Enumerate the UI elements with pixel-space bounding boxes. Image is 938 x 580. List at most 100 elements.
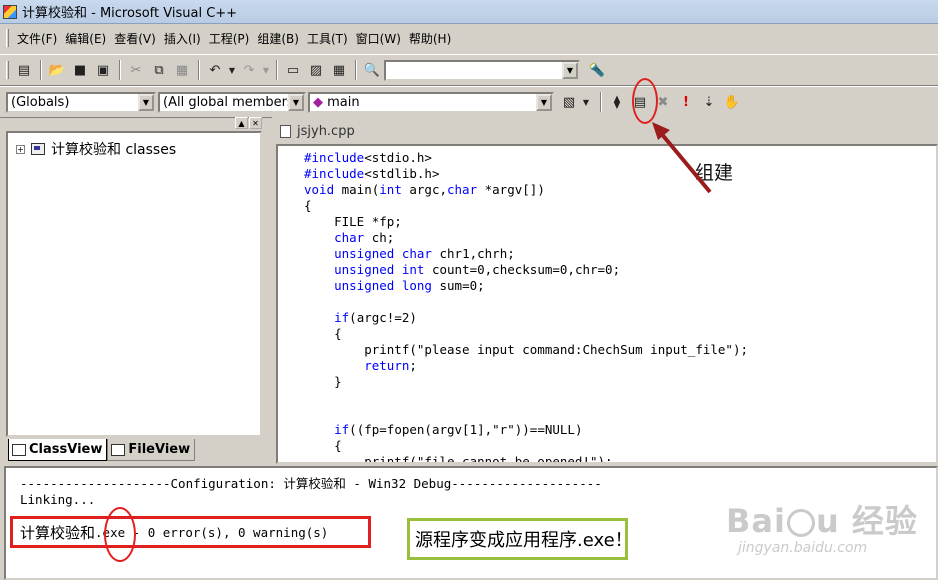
- find-icon[interactable]: 🔦: [586, 59, 608, 81]
- file-name: jsjyh.cpp: [297, 124, 355, 139]
- toolbar-separator: [40, 60, 42, 80]
- highlight-ellipse-exe: [104, 507, 136, 562]
- copy-icon[interactable]: ⧉: [148, 59, 170, 81]
- new-file-icon[interactable]: ▤: [13, 59, 35, 81]
- code-line: printf("please input command:ChechSum in…: [304, 342, 749, 357]
- editor-file-tab[interactable]: jsjyh.cpp: [280, 124, 355, 139]
- execute-icon[interactable]: !: [675, 91, 697, 113]
- compile-icon[interactable]: ⧫: [606, 91, 628, 113]
- members-combo[interactable]: (All global members ▼: [158, 91, 306, 113]
- chevron-down-icon[interactable]: ▼: [562, 61, 578, 79]
- workspace-header: ▲ ✕: [4, 116, 264, 130]
- toolbar-separator: [600, 92, 602, 112]
- redo-dropdown-icon[interactable]: ▼: [261, 59, 271, 81]
- menu-insert[interactable]: 插入(I): [160, 28, 205, 49]
- save-icon[interactable]: ■: [69, 59, 91, 81]
- tab-label: ClassView: [29, 442, 103, 457]
- output-log: --------------------Configuration: 计算校验和…: [20, 476, 602, 508]
- open-folder-icon[interactable]: 📂: [46, 59, 68, 81]
- code-line: {: [304, 326, 342, 341]
- chevron-down-icon[interactable]: ▼: [138, 93, 154, 111]
- tree-item-classes[interactable]: + 计算校验和 classes: [16, 139, 176, 159]
- toolbar-separator: [198, 60, 200, 80]
- window-title: 计算校验和 - Microsoft Visual C++: [22, 6, 238, 21]
- watermark-logo: Bai u 经验: [726, 502, 918, 540]
- function-diamond-icon: ◆: [313, 94, 323, 110]
- go-icon[interactable]: ⇣: [698, 91, 720, 113]
- function-combo-value: ◆ main: [310, 95, 536, 110]
- paste-icon[interactable]: ▦: [171, 59, 193, 81]
- chevron-down-icon[interactable]: ▼: [536, 93, 552, 111]
- tab-label: FileView: [128, 442, 191, 457]
- config-line: --------------------Configuration: 计算校验和…: [20, 476, 602, 491]
- close-panel-icon[interactable]: ✕: [249, 117, 262, 129]
- wizard-actions-icon[interactable]: ▧: [558, 91, 580, 113]
- breakpoint-hand-icon[interactable]: ✋: [721, 91, 743, 113]
- toolbar-grip: [6, 61, 9, 79]
- workspace-window-icon[interactable]: ▭: [282, 59, 304, 81]
- code-line: char ch;: [334, 230, 395, 245]
- linking-line: Linking...: [20, 492, 96, 507]
- classes-folder-icon: [31, 143, 45, 155]
- editor-window: jsjyh.cpp #include<stdio.h> #include<stdl…: [272, 116, 938, 464]
- undo-dropdown-icon[interactable]: ▼: [227, 59, 237, 81]
- undo-icon[interactable]: ↶: [204, 59, 226, 81]
- output-window-icon[interactable]: ▨: [305, 59, 327, 81]
- highlight-rect: [10, 516, 371, 548]
- cut-icon[interactable]: ✂: [125, 59, 147, 81]
- workspace-tabs: ClassView FileView: [8, 439, 196, 461]
- globals-combo[interactable]: (Globals) ▼: [6, 91, 156, 113]
- note-box: 源程序变成应用程序.exe！: [407, 518, 633, 560]
- chevron-down-icon[interactable]: ▼: [288, 93, 304, 111]
- menu-view[interactable]: 查看(V): [110, 28, 160, 49]
- annotation-arrow: [652, 122, 712, 194]
- title-bar: 计算校验和 - Microsoft Visual C++: [0, 0, 938, 24]
- find-combo[interactable]: ▼: [384, 59, 580, 81]
- find-in-files-icon[interactable]: 🔍: [361, 59, 383, 81]
- code-line: printf("file cannot be opened!");: [304, 454, 613, 464]
- code-line: unsigned int count=0,checksum=0,chr=0;: [334, 262, 621, 277]
- code-line: FILE *fp;: [304, 214, 402, 229]
- menu-bar: 文件(F) 编辑(E) 查看(V) 插入(I) 工程(P) 组建(B) 工具(T…: [0, 26, 938, 50]
- standard-toolbar: ▤ 📂 ■ ▣ ✂ ⧉ ▦ ↶ ▼ ↷ ▼ ▭ ▨ ▦ 🔍 ▼ 🔦: [0, 54, 938, 86]
- tree-item-label: 计算校验和 classes: [51, 142, 177, 158]
- fileview-icon: [111, 443, 126, 456]
- globals-combo-value: (Globals): [11, 94, 70, 110]
- tab-fileview[interactable]: FileView: [107, 439, 196, 461]
- function-name: main: [327, 94, 360, 110]
- menu-tools[interactable]: 工具(T): [303, 28, 352, 49]
- code-line: unsigned char chr1,chrh;: [334, 246, 515, 261]
- menu-project[interactable]: 工程(P): [205, 28, 254, 49]
- watermark: Bai u 经验 jingyan.baidu.com: [726, 496, 918, 556]
- code-line: {: [304, 438, 342, 453]
- function-combo[interactable]: ◆ main ▼: [308, 91, 554, 113]
- class-tree: + 计算校验和 classes: [6, 131, 262, 437]
- expand-icon[interactable]: +: [16, 144, 25, 154]
- tab-classview[interactable]: ClassView: [8, 439, 108, 461]
- maximize-panel-icon[interactable]: ▲: [235, 117, 248, 129]
- redo-icon[interactable]: ↷: [238, 59, 260, 81]
- code-line: {: [304, 198, 312, 213]
- classview-icon: [12, 443, 26, 456]
- code-line: if((fp=fopen(argv[1],"r"))==NULL): [334, 422, 583, 437]
- menu-help[interactable]: 帮助(H): [405, 28, 455, 49]
- code-line: if(argc!=2): [334, 310, 417, 325]
- watermark-url: jingyan.baidu.com: [738, 540, 868, 556]
- wizard-dropdown-icon[interactable]: ▼: [581, 91, 591, 113]
- menu-grip: [6, 29, 9, 47]
- save-all-icon[interactable]: ▣: [92, 59, 114, 81]
- code-editor[interactable]: #include<stdio.h> #include<stdlib.h> void …: [276, 144, 938, 464]
- toolbar-separator: [119, 60, 121, 80]
- menu-edit[interactable]: 编辑(E): [61, 28, 110, 49]
- cpp-file-icon: [280, 125, 291, 138]
- toolbar-separator: [276, 60, 278, 80]
- app-icon: [3, 4, 17, 19]
- menu-window[interactable]: 窗口(W): [352, 28, 405, 49]
- menu-file[interactable]: 文件(F): [13, 28, 61, 49]
- code-line: unsigned long sum=0;: [334, 278, 485, 293]
- menu-build[interactable]: 组建(B): [253, 28, 303, 49]
- window-list-icon[interactable]: ▦: [328, 59, 350, 81]
- wizard-build-toolbar: (Globals) ▼ (All global members ▼ ◆ main…: [0, 86, 938, 118]
